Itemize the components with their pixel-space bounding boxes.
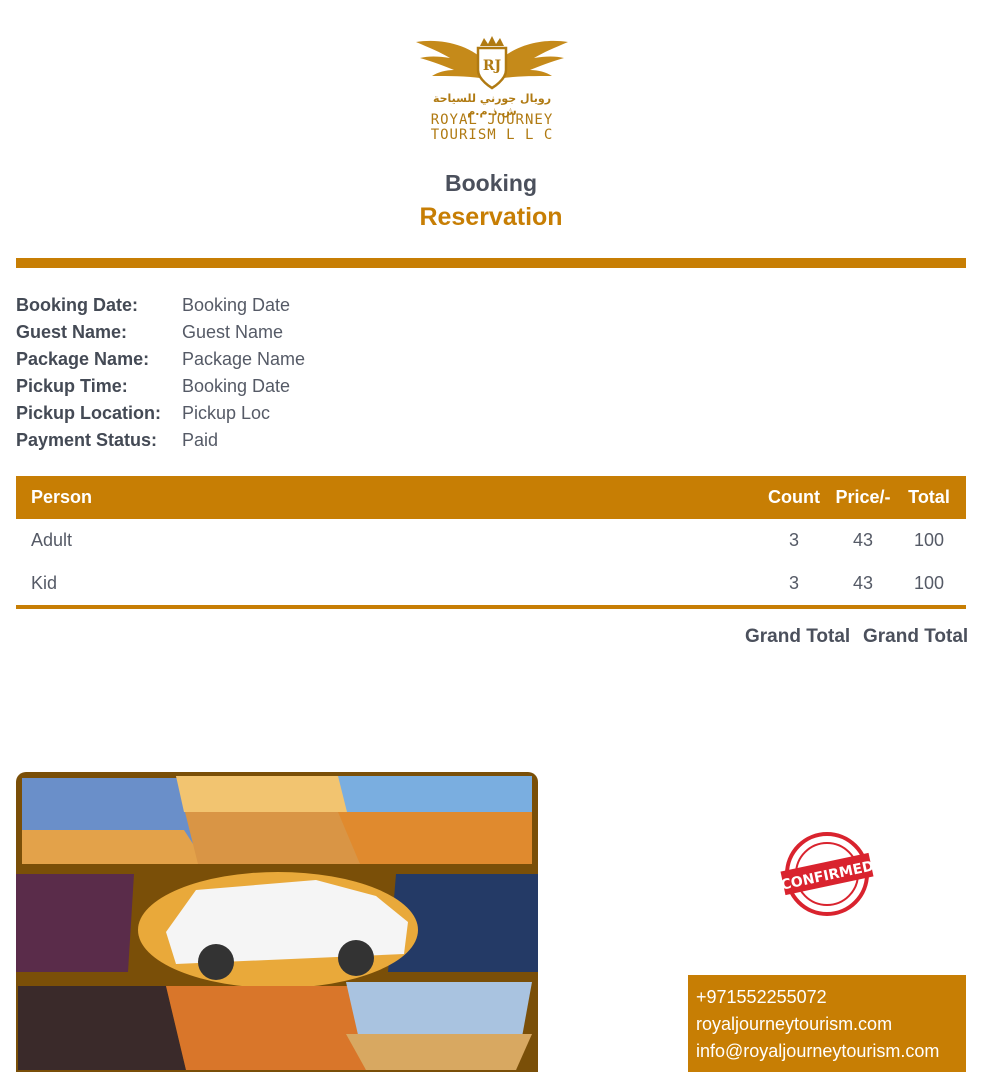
detail-value: Pickup Loc: [182, 403, 271, 423]
page-title: Booking: [445, 170, 537, 196]
cell-total: 100: [913, 530, 945, 550]
detail-label: Package Name:: [16, 349, 150, 369]
detail-row-guest-name: Guest Name: Guest Name: [16, 319, 305, 346]
table-header: Person Count Price/- Total: [16, 476, 966, 519]
detail-label: Pickup Time:: [16, 376, 128, 396]
grand-total-value: Grand Total: [863, 626, 969, 647]
cell-price: 43: [852, 573, 874, 593]
grand-total-label: Grand Total: [745, 626, 851, 647]
confirmed-stamp: CONFIRMED: [780, 831, 875, 917]
logo-line-1: ROYAL JOURNEY: [430, 112, 554, 128]
table-divider: [16, 605, 966, 609]
booking-details: Booking Date: Booking Date Guest Name: G…: [16, 292, 305, 454]
table-row: Adult 3 43 100: [16, 519, 966, 562]
detail-row-pickup-location: Pickup Location: Pickup Loc: [16, 400, 305, 427]
cell-count: 3: [788, 573, 799, 593]
logo-line-2: TOURISM L L C: [430, 127, 554, 143]
confirmed-stamp-icon: CONFIRMED: [780, 832, 875, 916]
detail-value: Booking Date: [182, 295, 291, 315]
desert-safari-collage-image: [16, 772, 538, 1072]
cell-total: 100: [913, 573, 945, 593]
cell-count: 3: [788, 530, 799, 550]
cell-person: Adult: [31, 530, 73, 550]
header-count: Count: [768, 487, 820, 507]
detail-value: Booking Date: [182, 376, 291, 396]
table-row: Kid 3 43 100: [16, 562, 966, 605]
detail-row-pickup-time: Pickup Time: Booking Date: [16, 373, 305, 400]
company-logo: RJ رويال جورني للسياحة ش.ذ.م.م ROYAL JOU…: [410, 34, 574, 146]
detail-label: Pickup Location:: [16, 403, 162, 423]
detail-row-payment-status: Payment Status: Paid: [16, 427, 305, 454]
detail-value: Package Name: [182, 349, 306, 369]
contact-email: info@royaljourneytourism.com: [696, 1041, 940, 1061]
cell-price: 43: [852, 530, 874, 550]
winged-crest-icon: RJ: [416, 36, 568, 90]
contact-phone: +971552255072: [696, 987, 827, 1007]
detail-row-package-name: Package Name: Package Name: [16, 346, 305, 373]
detail-label: Payment Status:: [16, 430, 158, 450]
svg-text:RJ: RJ: [483, 58, 502, 74]
detail-value: Guest Name: [182, 322, 284, 342]
detail-label: Guest Name:: [16, 322, 128, 342]
detail-row-booking-date: Booking Date: Booking Date: [16, 292, 305, 319]
header-divider: [16, 258, 966, 268]
header-total: Total: [908, 487, 950, 507]
pricing-table: Person Count Price/- Total Adult 3 43 10…: [16, 476, 966, 609]
cell-person: Kid: [31, 573, 58, 593]
header-price: Price/-: [835, 487, 891, 507]
contact-website: royaljourneytourism.com: [696, 1014, 893, 1034]
detail-label: Booking Date:: [16, 295, 139, 315]
contact-box: +971552255072 royaljourneytourism.com in…: [688, 975, 966, 1072]
header-person: Person: [31, 487, 93, 507]
page-subtitle: Reservation: [419, 203, 563, 231]
detail-value: Paid: [182, 430, 219, 450]
